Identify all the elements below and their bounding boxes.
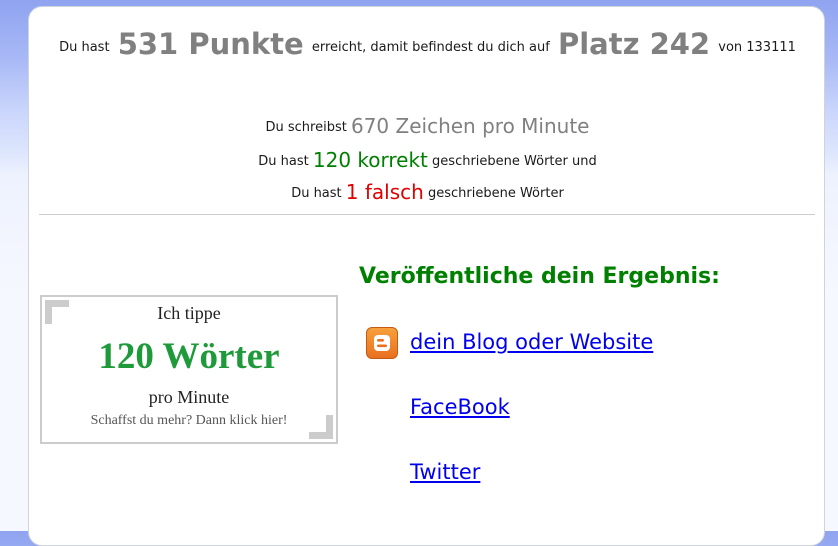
wrong-line: Du hast 1 falsch geschriebene Wörter (29, 180, 826, 204)
points-value: 531 Punkte (117, 27, 304, 61)
blog-website-link[interactable]: dein Blog oder Website (410, 330, 653, 354)
correct-prefix: Du hast (258, 154, 309, 169)
badge-line-3: pro Minute (148, 387, 230, 407)
correct-line: Du hast 120 korrekt geschriebene Wörter … (29, 148, 826, 172)
speed-prefix: Du schreibst (265, 120, 347, 135)
wrong-value: 1 falsch (345, 180, 424, 204)
speed-value: 670 Zeichen pro Minute (350, 114, 590, 138)
badge-words: 120 Wörter (98, 336, 280, 377)
rank-total: von 133111 (718, 40, 796, 55)
blogger-icon[interactable] (366, 327, 398, 359)
blogger-glyph (374, 335, 390, 351)
correct-value: 120 korrekt (312, 148, 428, 172)
result-card: Du hast 531 Punkte erreicht, damit befin… (28, 6, 825, 546)
facebook-link[interactable]: FaceBook (410, 395, 510, 419)
correct-suffix: geschriebene Wörter und (432, 154, 597, 169)
rank-value: Platz 242 (557, 27, 711, 61)
wrong-suffix: geschriebene Wörter (427, 186, 564, 201)
badge-challenge-link[interactable]: Schaffst du mehr? Dann klick hier! (42, 413, 336, 429)
speed-line: Du schreibst 670 Zeichen pro Minute (29, 114, 826, 138)
badge-line-1: Ich tippe (157, 303, 221, 323)
divider (39, 214, 815, 215)
publish-title: Veröffentliche dein Ergebnis: (359, 264, 720, 289)
typing-badge[interactable]: Ich tippe 120 Wörter pro Minute Schaffst… (40, 295, 338, 444)
score-prefix: Du hast (59, 40, 110, 55)
twitter-link[interactable]: Twitter (410, 460, 480, 484)
score-middle: erreicht, damit befindest du dich auf (311, 40, 550, 55)
score-line: Du hast 531 Punkte erreicht, damit befin… (29, 27, 826, 61)
wrong-prefix: Du hast (291, 186, 342, 201)
